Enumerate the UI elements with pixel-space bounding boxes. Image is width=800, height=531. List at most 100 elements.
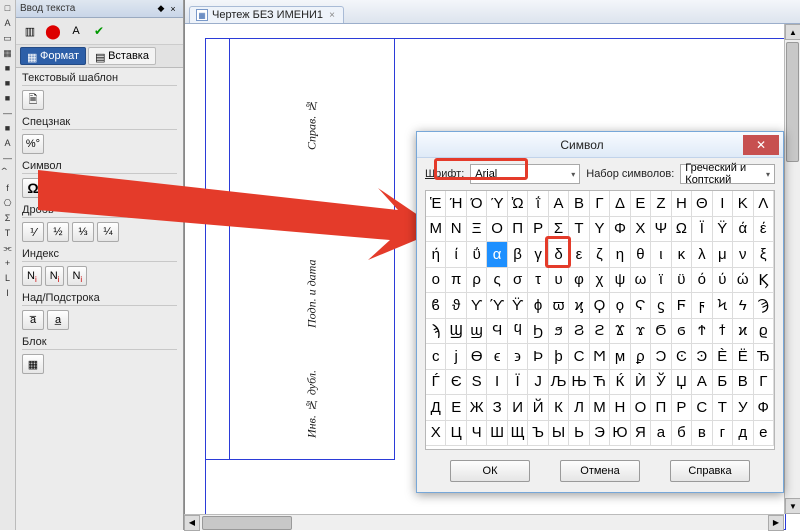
- supsub-btn-1[interactable]: a̅: [22, 310, 44, 330]
- symbol-cell[interactable]: Ϙ: [590, 293, 610, 319]
- symbol-cell[interactable]: Ђ: [754, 344, 774, 370]
- symbol-cell[interactable]: η: [610, 242, 630, 268]
- symbol-cell[interactable]: ϐ: [426, 293, 446, 319]
- symbol-cell[interactable]: А: [692, 370, 712, 396]
- symbol-cell[interactable]: Я: [631, 421, 651, 447]
- vstrip-icon-1[interactable]: А: [2, 17, 14, 29]
- symbol-cell[interactable]: в: [692, 421, 712, 447]
- ok-button[interactable]: ОК: [450, 460, 530, 482]
- symbol-cell[interactable]: Ю: [610, 421, 630, 447]
- symbol-cell[interactable]: ί: [446, 242, 466, 268]
- symbol-cell[interactable]: Ό: [467, 191, 487, 217]
- symbol-cell[interactable]: ε: [569, 242, 589, 268]
- symbol-cell[interactable]: Ϝ: [672, 293, 692, 319]
- vstrip-icon-16[interactable]: ⫘: [2, 242, 14, 254]
- document-tab[interactable]: ▦ Чертеж БЕЗ ИМЕНИ1 ×: [189, 6, 344, 23]
- symbol-cell[interactable]: σ: [508, 268, 528, 294]
- symbol-cell[interactable]: γ: [528, 242, 548, 268]
- symbol-cell[interactable]: а: [651, 421, 671, 447]
- symbol-cell[interactable]: ξ: [754, 242, 774, 268]
- symbol-cell[interactable]: Ѓ: [426, 370, 446, 396]
- scroll-thumb-h[interactable]: [202, 516, 292, 530]
- tool-doc-icon[interactable]: ▥: [20, 21, 40, 41]
- symbol-cell[interactable]: ϒ: [467, 293, 487, 319]
- symbol-cell[interactable]: ϡ: [426, 319, 446, 345]
- symbol-cell[interactable]: Ϯ: [692, 319, 712, 345]
- symbol-cell[interactable]: Ι: [713, 191, 733, 217]
- symbol-cell[interactable]: Β: [569, 191, 589, 217]
- symbol-cell[interactable]: ϫ: [631, 319, 651, 345]
- symbol-cell[interactable]: Њ: [569, 370, 589, 396]
- scroll-left-icon[interactable]: ◀: [184, 515, 200, 531]
- symbol-cell[interactable]: Х: [426, 421, 446, 447]
- vstrip-icon-17[interactable]: +: [2, 257, 14, 269]
- symbol-cell[interactable]: г: [713, 421, 733, 447]
- symbol-cell[interactable]: Ϣ: [446, 319, 466, 345]
- dialog-titlebar[interactable]: Символ ✕: [417, 132, 783, 158]
- symbol-cell[interactable]: ϥ: [508, 319, 528, 345]
- symbol-cell[interactable]: ϛ: [651, 293, 671, 319]
- symbol-cell[interactable]: ϸ: [549, 344, 569, 370]
- symbol-cell[interactable]: ϭ: [672, 319, 692, 345]
- symbol-cell[interactable]: Ϲ: [569, 344, 589, 370]
- symbol-cell[interactable]: Ψ: [651, 217, 671, 243]
- symbol-cell[interactable]: ϊ: [651, 268, 671, 294]
- symbol-cell[interactable]: Φ: [610, 217, 630, 243]
- symbol-cell[interactable]: О: [631, 395, 651, 421]
- dialog-close-button[interactable]: ✕: [743, 135, 779, 155]
- vstrip-icon-7[interactable]: —: [2, 107, 14, 119]
- symbol-cell[interactable]: κ: [672, 242, 692, 268]
- symbol-cell[interactable]: Α: [549, 191, 569, 217]
- symbol-cell[interactable]: ά: [733, 217, 753, 243]
- symbol-cell[interactable]: В: [733, 370, 753, 396]
- symbol-cell[interactable]: Й: [528, 395, 548, 421]
- symbol-cell[interactable]: Ј: [528, 370, 548, 396]
- symbol-cell[interactable]: ϔ: [508, 293, 528, 319]
- symbol-cell[interactable]: ψ: [610, 268, 630, 294]
- symbol-cell[interactable]: Ε: [631, 191, 651, 217]
- symbol-cell[interactable]: ϓ: [487, 293, 507, 319]
- index-btn-2[interactable]: Ni: [45, 266, 65, 286]
- tool-apply-icon[interactable]: ✔: [89, 21, 109, 41]
- symbol-cell[interactable]: Ϥ: [487, 319, 507, 345]
- close-tab-icon[interactable]: ×: [327, 10, 337, 20]
- block-btn[interactable]: ▦: [22, 354, 44, 374]
- symbol-cell[interactable]: І: [487, 370, 507, 396]
- index-btn-1[interactable]: Ni: [22, 266, 42, 286]
- symbol-cell[interactable]: Ϡ: [754, 293, 774, 319]
- vstrip-icon-3[interactable]: ▦: [2, 47, 14, 59]
- symbol-cell[interactable]: Ъ: [528, 421, 548, 447]
- symbol-cell[interactable]: Т: [713, 395, 733, 421]
- symbol-cell[interactable]: Ζ: [651, 191, 671, 217]
- help-button[interactable]: Справка: [670, 460, 750, 482]
- vstrip-icon-18[interactable]: L: [2, 272, 14, 284]
- symbol-cell[interactable]: ϋ: [672, 268, 692, 294]
- symbol-cell[interactable]: Ἑ: [426, 191, 446, 217]
- symbol-cell[interactable]: С: [692, 395, 712, 421]
- symbol-cell[interactable]: ϶: [508, 344, 528, 370]
- symbol-cell[interactable]: Θ: [692, 191, 712, 217]
- symbol-cell[interactable]: ή: [426, 242, 446, 268]
- symbol-cell[interactable]: Ύ: [487, 191, 507, 217]
- symbol-cell[interactable]: ϲ: [426, 344, 446, 370]
- symbol-cell[interactable]: Ѝ: [631, 370, 651, 396]
- symbol-cell[interactable]: ϩ: [590, 319, 610, 345]
- symbol-cell[interactable]: Σ: [549, 217, 569, 243]
- symbol-cell[interactable]: Р: [672, 395, 692, 421]
- symbol-cell[interactable]: Љ: [549, 370, 569, 396]
- symbol-cell[interactable]: ς: [487, 268, 507, 294]
- symbol-cell[interactable]: Ћ: [590, 370, 610, 396]
- symbol-cell[interactable]: д: [733, 421, 753, 447]
- symbol-cell[interactable]: И: [508, 395, 528, 421]
- vstrip-icon-5[interactable]: ■: [2, 77, 14, 89]
- fraction-btn-1[interactable]: ⅟: [22, 222, 44, 242]
- fraction-btn-2[interactable]: ½: [47, 222, 69, 242]
- symbol-cell[interactable]: Е: [446, 395, 466, 421]
- symbol-cell[interactable]: ϣ: [467, 319, 487, 345]
- symbol-cell[interactable]: α: [487, 242, 507, 268]
- symbol-cell[interactable]: ώ: [733, 268, 753, 294]
- symbol-cell[interactable]: Ν: [446, 217, 466, 243]
- scroll-right-icon[interactable]: ▶: [768, 515, 784, 531]
- template-btn[interactable]: 🗎: [22, 90, 44, 110]
- symbol-cell[interactable]: μ: [713, 242, 733, 268]
